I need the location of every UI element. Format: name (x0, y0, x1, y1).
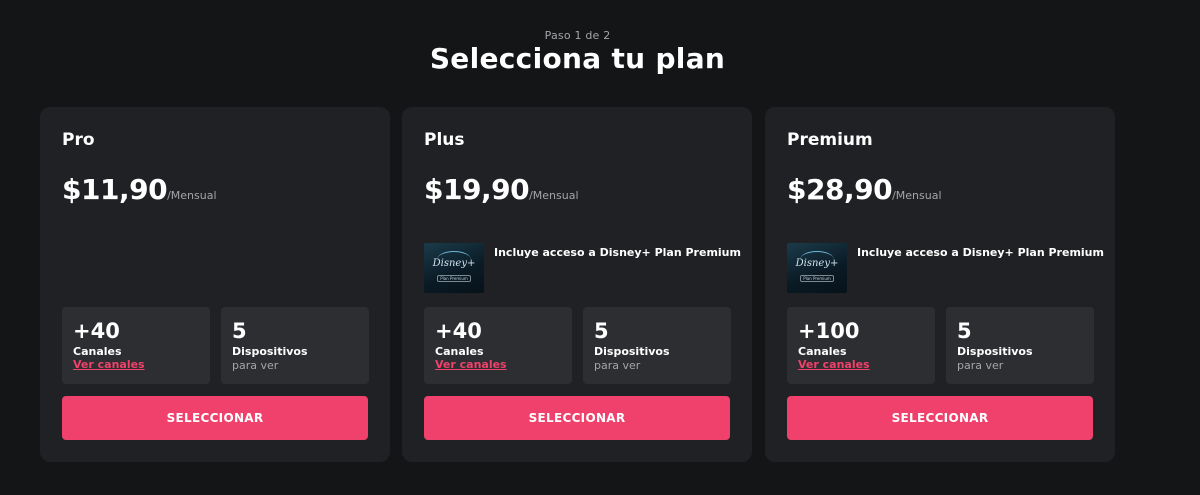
devices-sub: para ver (594, 359, 641, 372)
channels-label: Canales (798, 345, 847, 358)
channels-label: Canales (73, 345, 122, 358)
disney-plus-logo-text: Disney+ (795, 258, 839, 269)
devices-box: 5 Dispositivos para ver (583, 307, 731, 384)
channels-label: Canales (435, 345, 484, 358)
disney-addon: Disney+ Plan Premium Incluye acceso a Di… (424, 243, 741, 293)
select-plus-button[interactable]: SELECCIONAR (424, 396, 730, 440)
plan-name: Plus (424, 130, 465, 150)
devices-sub: para ver (232, 359, 279, 372)
plan-period: /Mensual (892, 189, 942, 202)
plan-price-row: $11,90/Mensual (62, 173, 217, 206)
devices-count: 5 (594, 319, 609, 343)
devices-count: 5 (957, 319, 972, 343)
addon-text: Incluye acceso a Disney+ Plan Premium (494, 246, 741, 259)
channels-box: +100 Canales Ver canales (787, 307, 935, 384)
disney-plus-logo-icon: Disney+ Plan Premium (787, 243, 847, 293)
view-channels-link[interactable]: Ver canales (73, 358, 145, 371)
plan-price: $11,90 (62, 173, 168, 206)
plan-price: $28,90 (787, 173, 893, 206)
disney-plus-logo-sub: Plan Premium (437, 275, 471, 282)
addon-text: Incluye acceso a Disney+ Plan Premium (857, 246, 1104, 259)
channels-count: +100 (798, 319, 860, 343)
view-channels-link[interactable]: Ver canales (435, 358, 507, 371)
disney-plus-logo-text: Disney+ (432, 258, 476, 269)
disney-plus-logo-sub: Plan Premium (800, 275, 834, 282)
channels-count: +40 (435, 319, 482, 343)
view-channels-link[interactable]: Ver canales (798, 358, 870, 371)
channels-box: +40 Canales Ver canales (62, 307, 210, 384)
devices-label: Dispositivos (594, 345, 670, 358)
plan-name: Premium (787, 130, 873, 150)
channels-box: +40 Canales Ver canales (424, 307, 572, 384)
plan-price-row: $28,90/Mensual (787, 173, 942, 206)
plan-name: Pro (62, 130, 95, 150)
plan-price-row: $19,90/Mensual (424, 173, 579, 206)
devices-sub: para ver (957, 359, 1004, 372)
channels-count: +40 (73, 319, 120, 343)
devices-box: 5 Dispositivos para ver (221, 307, 369, 384)
plan-period: /Mensual (167, 189, 217, 202)
select-premium-button[interactable]: SELECCIONAR (787, 396, 1093, 440)
devices-label: Dispositivos (957, 345, 1033, 358)
disney-addon: Disney+ Plan Premium Incluye acceso a Di… (787, 243, 1104, 293)
plan-price: $19,90 (424, 173, 530, 206)
step-indicator: Paso 1 de 2 (544, 29, 611, 42)
devices-count: 5 (232, 319, 247, 343)
devices-label: Dispositivos (232, 345, 308, 358)
page-title: Selecciona tu plan (429, 42, 726, 75)
disney-plus-logo-icon: Disney+ Plan Premium (424, 243, 484, 293)
devices-box: 5 Dispositivos para ver (946, 307, 1094, 384)
select-pro-button[interactable]: SELECCIONAR (62, 396, 368, 440)
plan-period: /Mensual (529, 189, 579, 202)
